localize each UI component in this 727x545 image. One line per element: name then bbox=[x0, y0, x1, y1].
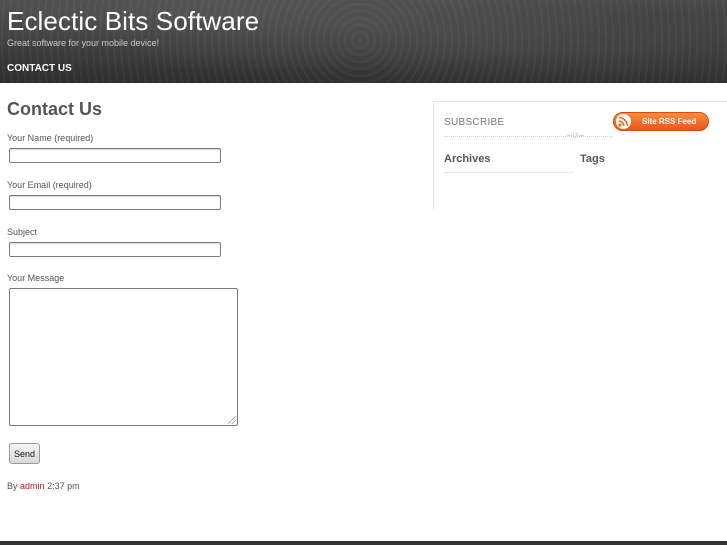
byline-prefix: By bbox=[7, 481, 18, 491]
tags-heading: Tags bbox=[580, 153, 605, 165]
message-label: Your Message bbox=[7, 273, 65, 283]
send-button[interactable]: Send bbox=[9, 443, 40, 464]
site-header: Eclectic Bits Software Great software fo… bbox=[0, 0, 727, 83]
rss-feed-icon bbox=[616, 114, 631, 129]
archives-heading: Archives bbox=[444, 153, 491, 165]
name-input[interactable] bbox=[9, 148, 221, 163]
page-title: Contact Us bbox=[7, 99, 103, 119]
email-label: Your Email (required) bbox=[7, 180, 92, 190]
subject-label: Subject bbox=[7, 227, 38, 237]
nav-contact-us[interactable]: CONTACT US bbox=[7, 63, 72, 74]
post-time: 2:37 pm bbox=[47, 481, 80, 491]
subject-input[interactable] bbox=[9, 242, 221, 257]
subscribe-divider bbox=[444, 136, 612, 137]
rss-feed-button[interactable]: Site RSS Feed bbox=[613, 112, 709, 131]
rss-feed-label: Site RSS Feed bbox=[642, 117, 697, 126]
archives-divider bbox=[444, 172, 572, 173]
footer-bar bbox=[0, 541, 727, 545]
site-tagline: Great software for your mobile device! bbox=[7, 38, 160, 48]
email-input[interactable] bbox=[9, 195, 221, 210]
subscribe-title: SUBSCRIBE bbox=[444, 117, 505, 128]
message-textarea[interactable] bbox=[9, 288, 238, 426]
name-label: Your Name (required) bbox=[7, 133, 94, 143]
author-link[interactable]: admin bbox=[20, 481, 45, 491]
resize-grip-icon[interactable] bbox=[228, 416, 236, 424]
site-title[interactable]: Eclectic Bits Software bbox=[7, 6, 259, 37]
ornament-flourish-icon: ~ଓ~ bbox=[566, 131, 585, 140]
post-byline: By admin 2:37 pm bbox=[7, 481, 80, 491]
